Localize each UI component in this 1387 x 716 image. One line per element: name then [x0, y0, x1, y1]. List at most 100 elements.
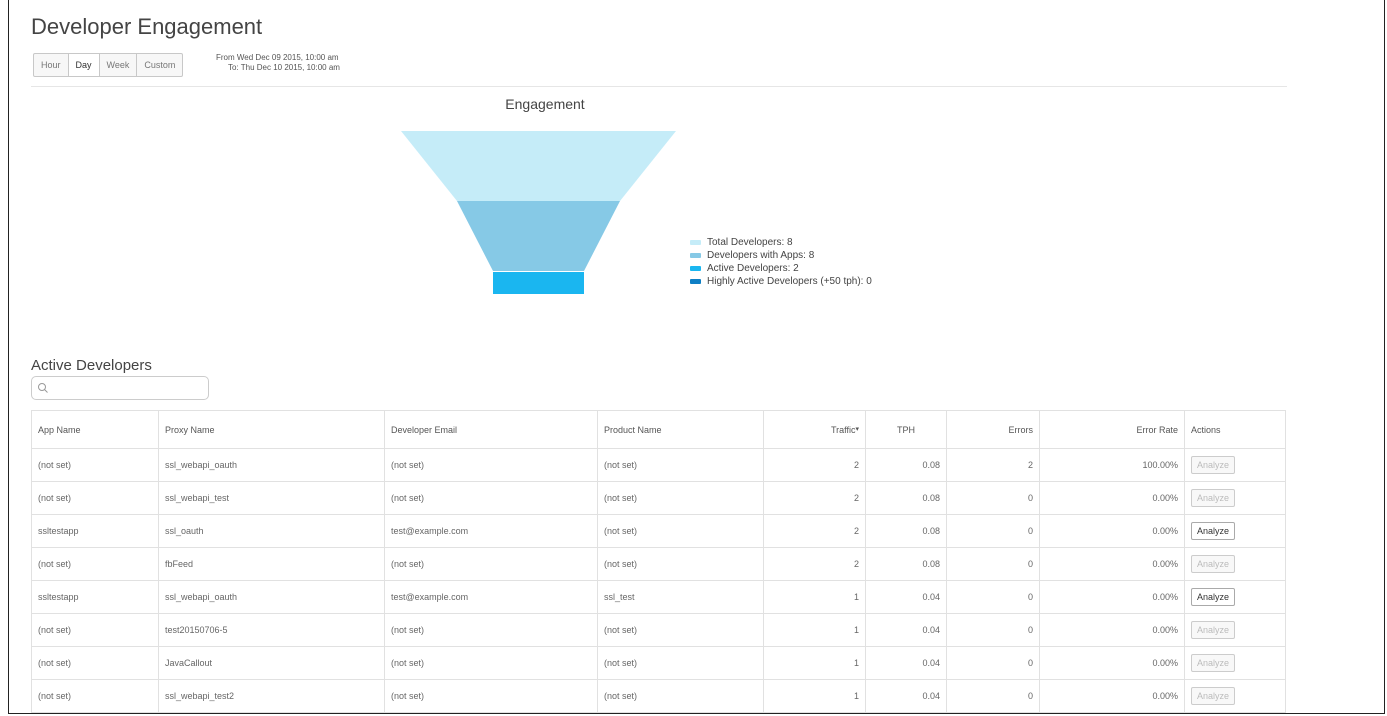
divider — [31, 86, 1287, 87]
analyze-button: Analyze — [1191, 654, 1236, 672]
cell-error-rate: 0.00% — [1039, 481, 1185, 515]
analyze-button: Analyze — [1191, 456, 1236, 474]
analyze-button[interactable]: Analyze — [1191, 588, 1236, 606]
legend-label: Highly Active Developers (+50 tph): 0 — [707, 276, 872, 287]
cell-tph: 0.04 — [865, 679, 947, 713]
cell-traffic: 2 — [763, 514, 866, 548]
range-custom-button[interactable]: Custom — [137, 54, 182, 76]
legend-item-total[interactable]: Total Developers: 8 — [690, 236, 872, 249]
search-input[interactable] — [52, 379, 206, 399]
cell-tph: 0.08 — [865, 448, 947, 482]
funnel-legend: Total Developers: 8 Developers with Apps… — [690, 236, 872, 288]
col-app-name[interactable]: App Name — [31, 410, 159, 449]
cell-developer-email: test@example.com — [384, 514, 598, 548]
cell-developer-email: (not set) — [384, 481, 598, 515]
table-row: (not set) ssl_webapi_test2 (not set) (not s… — [31, 679, 1286, 713]
col-errors[interactable]: Errors — [946, 410, 1040, 449]
col-product-name[interactable]: Product Name — [597, 410, 764, 449]
analyze-button: Analyze — [1191, 687, 1236, 705]
range-hour-button[interactable]: Hour — [34, 54, 69, 76]
col-error-rate[interactable]: Error Rate — [1039, 410, 1185, 449]
cell-errors: 0 — [946, 679, 1040, 713]
cell-app-name: (not set) — [31, 613, 159, 647]
search-icon — [38, 383, 48, 393]
date-to: To: Thu Dec 10 2015, 10:00 am — [228, 63, 340, 72]
legend-swatch — [690, 279, 701, 284]
cell-tph: 0.08 — [865, 547, 947, 581]
cell-tph: 0.08 — [865, 514, 947, 548]
cell-error-rate: 0.00% — [1039, 679, 1185, 713]
analyze-button: Analyze — [1191, 489, 1236, 507]
cell-product-name: (not set) — [597, 448, 764, 482]
cell-error-rate: 0.00% — [1039, 613, 1185, 647]
funnel-title: Engagement — [505, 96, 585, 112]
legend-label: Developers with Apps: 8 — [707, 250, 815, 261]
analyze-button: Analyze — [1191, 621, 1236, 639]
cell-tph: 0.04 — [865, 580, 947, 614]
legend-label: Active Developers: 2 — [707, 263, 799, 274]
cell-actions: Analyze — [1184, 580, 1286, 614]
cell-proxy-name: JavaCallout — [158, 646, 385, 680]
cell-errors: 0 — [946, 613, 1040, 647]
sort-desc-icon: ▾ — [855, 425, 859, 433]
cell-actions: Analyze — [1184, 547, 1286, 581]
cell-errors: 0 — [946, 646, 1040, 680]
cell-proxy-name: ssl_webapi_test2 — [158, 679, 385, 713]
cell-app-name: (not set) — [31, 679, 159, 713]
col-traffic-label: Traffic — [830, 424, 856, 435]
cell-traffic: 1 — [763, 613, 866, 647]
cell-error-rate: 0.00% — [1039, 547, 1185, 581]
col-tph[interactable]: TPH — [865, 410, 947, 449]
cell-actions: Analyze — [1184, 613, 1286, 647]
legend-item-highly-active[interactable]: Highly Active Developers (+50 tph): 0 — [690, 275, 872, 288]
table-row: (not set) ssl_webapi_oauth (not set) (not s… — [31, 448, 1286, 482]
cell-app-name: (not set) — [31, 547, 159, 581]
cell-proxy-name: ssl_webapi_oauth — [158, 448, 385, 482]
table-row: (not set) ssl_webapi_test (not set) (not se… — [31, 481, 1286, 515]
legend-label: Total Developers: 8 — [707, 237, 793, 248]
cell-actions: Analyze — [1184, 514, 1286, 548]
cell-product-name: (not set) — [597, 679, 764, 713]
cell-errors: 2 — [946, 448, 1040, 482]
cell-tph: 0.08 — [865, 481, 947, 515]
table-row: (not set) fbFeed (not set) (not set) 2 0.08 0 0… — [31, 547, 1286, 581]
active-developers-table: App Name Proxy Name Developer Email Prod… — [31, 410, 1286, 713]
cell-error-rate: 0.00% — [1039, 580, 1185, 614]
legend-swatch — [690, 240, 701, 245]
legend-swatch — [690, 266, 701, 271]
cell-proxy-name: ssl_webapi_test — [158, 481, 385, 515]
cell-product-name: (not set) — [597, 613, 764, 647]
analyze-button[interactable]: Analyze — [1191, 522, 1236, 540]
cell-tph: 0.04 — [865, 646, 947, 680]
cell-traffic: 1 — [763, 646, 866, 680]
range-week-button[interactable]: Week — [100, 54, 138, 76]
cell-developer-email: (not set) — [384, 613, 598, 647]
col-proxy-name[interactable]: Proxy Name — [158, 410, 385, 449]
cell-errors: 0 — [946, 514, 1040, 548]
legend-item-with-apps[interactable]: Developers with Apps: 8 — [690, 249, 872, 262]
col-traffic[interactable]: Traffic▾ — [763, 410, 866, 449]
col-actions: Actions — [1184, 410, 1286, 449]
analyze-button: Analyze — [1191, 555, 1236, 573]
cell-proxy-name: fbFeed — [158, 547, 385, 581]
cell-developer-email: (not set) — [384, 448, 598, 482]
col-developer-email[interactable]: Developer Email — [384, 410, 598, 449]
range-day-button[interactable]: Day — [68, 54, 100, 76]
time-range-selector: Hour Day Week Custom — [33, 53, 184, 77]
table-row: (not set) test20150706-5 (not set) (not set… — [31, 613, 1286, 647]
cell-developer-email: (not set) — [384, 547, 598, 581]
cell-product-name: (not set) — [597, 514, 764, 548]
cell-proxy-name: ssl_webapi_oauth — [158, 580, 385, 614]
cell-app-name: (not set) — [31, 448, 159, 482]
cell-tph: 0.04 — [865, 613, 947, 647]
date-range: From Wed Dec 09 2015, 10:00 am To: Thu D… — [216, 53, 340, 73]
cell-app-name: (not set) — [31, 646, 159, 680]
legend-item-active[interactable]: Active Developers: 2 — [690, 262, 872, 275]
cell-traffic: 2 — [763, 448, 866, 482]
cell-traffic: 1 — [763, 679, 866, 713]
cell-errors: 0 — [946, 481, 1040, 515]
date-from: From Wed Dec 09 2015, 10:00 am — [216, 53, 339, 62]
table-row: (not set) JavaCallout (not set) (not set) 1 0… — [31, 646, 1286, 680]
cell-developer-email: test@example.com — [384, 580, 598, 614]
cell-product-name: (not set) — [597, 646, 764, 680]
